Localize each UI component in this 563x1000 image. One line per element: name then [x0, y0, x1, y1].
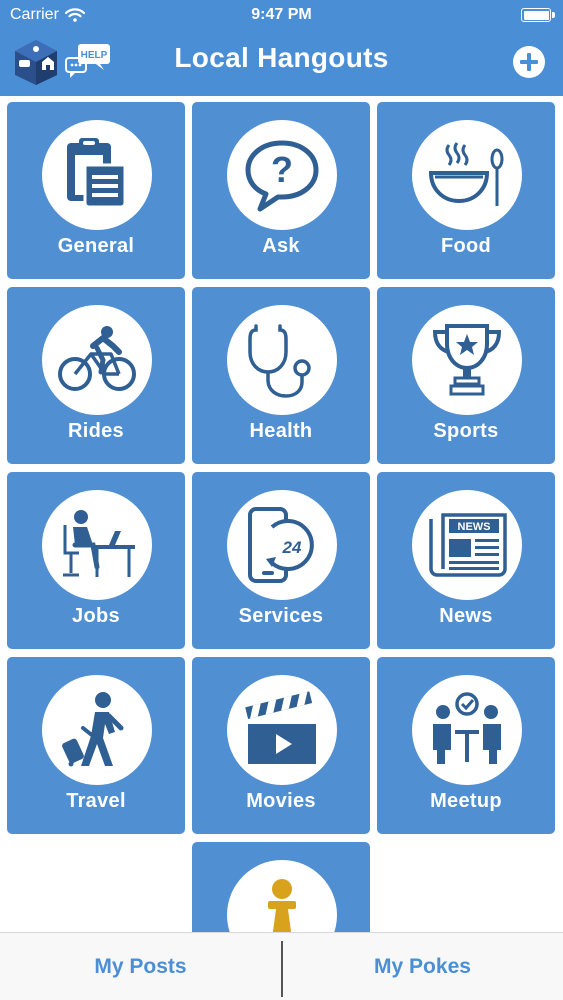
- category-label: Ask: [262, 235, 300, 257]
- newspaper-icon: NEWS: [429, 513, 507, 577]
- category-label: General: [57, 235, 135, 257]
- status-time: 9:47 PM: [251, 6, 312, 23]
- category-icon-circle: [412, 305, 522, 415]
- category-icon-circle: [412, 675, 522, 785]
- category-icon-circle: [42, 120, 152, 230]
- category-tile-food[interactable]: Food: [377, 102, 555, 279]
- category-tile-meetup[interactable]: Meetup: [377, 657, 555, 834]
- category-tile-movies[interactable]: Movies: [192, 657, 370, 834]
- clapperboard-icon: [245, 691, 316, 764]
- stethoscope-icon: [248, 324, 311, 398]
- bottom-tab-bar: My Posts My Pokes: [0, 932, 563, 1000]
- status-bar: Carrier 9:47 PM: [0, 0, 563, 30]
- category-tile-chess[interactable]: [192, 842, 370, 932]
- navigation-bar: Carrier 9:47 PM HELP Local Hangouts: [0, 0, 563, 96]
- category-tile-general[interactable]: General: [7, 102, 185, 279]
- category-icon-circle: [42, 490, 152, 600]
- category-tile-ask[interactable]: ? Ask: [192, 102, 370, 279]
- phone-24-icon: 24: [248, 507, 314, 583]
- category-icon-circle: [227, 305, 337, 415]
- category-label: Travel: [66, 790, 126, 812]
- news-badge: NEWS: [458, 521, 491, 533]
- services-24-badge: 24: [282, 538, 302, 557]
- category-label: Health: [249, 420, 313, 442]
- category-tile-rides[interactable]: Rides: [7, 287, 185, 464]
- svg-text:?: ?: [271, 149, 293, 190]
- question-bubble-icon: ?: [245, 140, 319, 212]
- category-tile-travel[interactable]: Travel: [7, 657, 185, 834]
- category-tile-sports[interactable]: Sports: [377, 287, 555, 464]
- category-label: Food: [440, 235, 492, 257]
- category-tile-jobs[interactable]: Jobs: [7, 472, 185, 649]
- category-label: Services: [238, 605, 324, 627]
- category-tile-news[interactable]: NEWS News: [377, 472, 555, 649]
- battery-icon: [521, 8, 555, 22]
- cyclist-icon: [58, 326, 136, 391]
- soup-bowl-icon: [428, 142, 504, 206]
- clipboard-icon: [67, 138, 127, 209]
- category-label: Meetup: [430, 790, 502, 812]
- tab-my-pokes[interactable]: My Pokes: [282, 933, 563, 1000]
- category-icon-circle: [412, 120, 522, 230]
- category-grid: General ? Ask Food Rides Health Sports J…: [0, 96, 563, 932]
- category-icon-circle: NEWS: [412, 490, 522, 600]
- category-icon-circle: ?: [227, 120, 337, 230]
- chess-pawn-icon: [268, 879, 296, 932]
- category-tile-health[interactable]: Health: [192, 287, 370, 464]
- tab-my-posts[interactable]: My Posts: [0, 933, 281, 1000]
- category-label: Movies: [246, 790, 316, 812]
- page-title: Local Hangouts: [174, 42, 389, 73]
- category-icon-circle: [42, 675, 152, 785]
- add-button[interactable]: [512, 45, 546, 79]
- traveler-icon: [62, 692, 124, 767]
- category-icon-circle: [227, 860, 337, 932]
- category-icon-circle: 24: [227, 490, 337, 600]
- category-label: Rides: [68, 420, 124, 442]
- category-tile-services[interactable]: 24 Services: [192, 472, 370, 649]
- trophy-icon: [432, 324, 502, 396]
- category-label: Jobs: [72, 605, 120, 627]
- category-icon-circle: [42, 305, 152, 415]
- category-icon-circle: [227, 675, 337, 785]
- meetup-icon: [433, 692, 501, 764]
- desk-worker-icon: [63, 510, 135, 577]
- category-label: News: [439, 605, 493, 627]
- category-label: Sports: [433, 420, 499, 442]
